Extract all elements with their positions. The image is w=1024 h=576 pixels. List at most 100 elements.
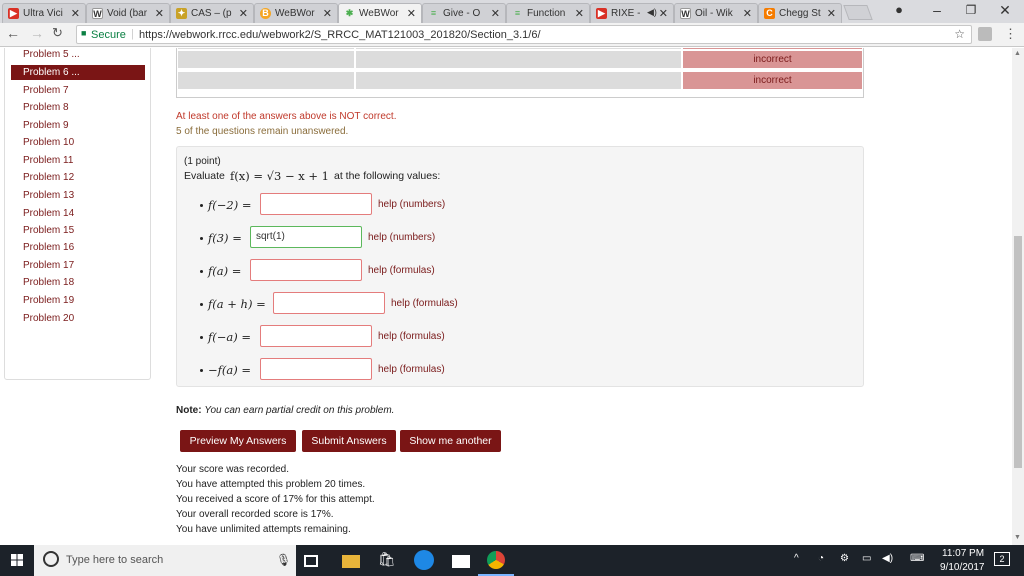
notification-center-icon[interactable]: 2	[994, 552, 1010, 566]
page-scrollbar[interactable]: ▲ ▼	[1012, 48, 1024, 545]
sidebar-item-problem-13[interactable]: Problem 13	[11, 188, 145, 203]
submit-answers-button[interactable]: Submit Answers	[302, 430, 396, 452]
browser-tab[interactable]: ✦ CAS – (p ✕	[170, 3, 254, 23]
restore-button[interactable]: ❐	[956, 3, 986, 17]
close-tab-icon[interactable]: ✕	[743, 7, 752, 20]
answer-input-4[interactable]	[273, 292, 385, 314]
sidebar-item-problem-9[interactable]: Problem 9	[11, 118, 145, 133]
sidebar-item-problem-15[interactable]: Problem 15	[11, 223, 145, 238]
preview-answers-button[interactable]: Preview My Answers	[180, 430, 296, 452]
battery-icon[interactable]: ▭	[862, 553, 871, 564]
scroll-down-icon[interactable]: ▼	[1014, 534, 1021, 541]
sidebar-item-problem-12[interactable]: Problem 12	[11, 170, 145, 185]
sidebar-item-problem-14[interactable]: Problem 14	[11, 206, 145, 221]
score-line: You have unlimited attempts remaining.	[176, 524, 351, 535]
close-tab-icon[interactable]: ✕	[491, 7, 500, 20]
sidebar-item-problem-7[interactable]: Problem 7	[11, 83, 145, 98]
back-icon[interactable]: ←	[6, 25, 20, 41]
minimize-button[interactable]: –	[922, 2, 952, 18]
profile-icon[interactable]: ●	[884, 2, 914, 17]
answer-input-2[interactable]: sqrt(1)	[250, 226, 362, 248]
help-link[interactable]: help (formulas)	[378, 364, 445, 375]
extension-icon[interactable]	[978, 27, 992, 41]
menu-icon[interactable]: ⋮	[1004, 26, 1017, 42]
browser-tab[interactable]: ≡ Give - O ✕	[422, 3, 506, 23]
taskbar-search[interactable]: Type here to search 🎙	[34, 545, 296, 576]
settings-icon[interactable]: ⚙	[840, 553, 849, 564]
address-bar[interactable]: ■ Secure | https://webwork.rrcc.edu/webw…	[76, 25, 972, 44]
show-another-button[interactable]: Show me another	[400, 430, 501, 452]
sidebar-item-problem-16[interactable]: Problem 16	[11, 240, 145, 255]
sidebar-item-problem-10[interactable]: Problem 10	[11, 135, 145, 150]
problem-sidebar: Problem 5 ... Problem 6 ... Problem 7 Pr…	[4, 48, 151, 380]
edge-icon[interactable]	[414, 550, 434, 570]
browser-tab[interactable]: ▶ Ultra Vici ✕	[2, 3, 86, 23]
sidebar-item-problem-17[interactable]: Problem 17	[11, 258, 145, 273]
browser-tab[interactable]: W Oil - Wik ✕	[674, 3, 758, 23]
close-tab-icon[interactable]: ✕	[239, 7, 248, 20]
youtube-icon: ▶	[596, 8, 607, 19]
clock-time[interactable]: 11:07 PM	[942, 548, 984, 559]
answer-input-5[interactable]	[260, 325, 372, 347]
help-link[interactable]: help (numbers)	[368, 232, 435, 243]
tab-title: WeBWor	[359, 8, 399, 19]
clock-date[interactable]: 9/10/2017	[940, 562, 985, 573]
tab-title: Function	[527, 8, 566, 19]
close-tab-icon[interactable]: ✕	[407, 7, 416, 20]
reload-icon[interactable]: ↻	[52, 25, 63, 41]
browser-tab[interactable]: ≡ Function ✕	[506, 3, 590, 23]
youtube-icon: ▶	[8, 8, 19, 19]
scroll-up-icon[interactable]: ▲	[1014, 50, 1021, 57]
help-link[interactable]: help (numbers)	[378, 199, 445, 210]
prompt-suffix: at the following values:	[334, 170, 441, 182]
sidebar-item-problem-18[interactable]: Problem 18	[11, 275, 145, 290]
close-window-button[interactable]: ✕	[990, 2, 1020, 19]
close-tab-icon[interactable]: ✕	[71, 7, 80, 20]
help-link[interactable]: help (formulas)	[378, 331, 445, 342]
keyboard-icon[interactable]: ⌨	[910, 553, 924, 564]
file-explorer-icon[interactable]	[342, 555, 360, 568]
sidebar-item-problem-8[interactable]: Problem 8	[11, 100, 145, 115]
close-tab-icon[interactable]: ✕	[575, 7, 584, 20]
task-view-icon[interactable]	[304, 555, 318, 567]
forward-icon[interactable]: →	[30, 25, 44, 41]
chevron-up-icon[interactable]: ^	[794, 553, 799, 564]
browser-tab[interactable]: ▶ RIXE - ◀) ✕	[590, 3, 674, 23]
sidebar-item-problem-11[interactable]: Problem 11	[11, 153, 145, 168]
table-cell	[177, 71, 355, 90]
new-tab-button[interactable]	[843, 5, 873, 20]
table-cell	[355, 50, 682, 69]
answer-input-1[interactable]	[260, 193, 372, 215]
mail-icon[interactable]	[452, 555, 470, 568]
results-table: incorrect incorrect	[176, 48, 864, 98]
windows-start-icon[interactable]	[11, 554, 23, 566]
wifi-icon[interactable]: ◔	[818, 553, 824, 564]
help-link[interactable]: help (formulas)	[368, 265, 435, 276]
chrome-icon[interactable]	[487, 551, 505, 569]
answer-input-3[interactable]	[250, 259, 362, 281]
volume-icon[interactable]: ◀)	[882, 553, 893, 564]
browser-tab[interactable]: W Void (bar ✕	[86, 3, 170, 23]
close-tab-icon[interactable]: ✕	[659, 7, 668, 20]
close-tab-icon[interactable]: ✕	[155, 7, 164, 20]
browser-tab[interactable]: C Chegg St ✕	[758, 3, 842, 23]
scrollbar-thumb[interactable]	[1014, 236, 1022, 468]
bullet	[200, 270, 203, 273]
browser-tab-active[interactable]: ✱ WeBWor ✕	[338, 3, 422, 23]
sidebar-item-problem-6[interactable]: Problem 6 ...	[11, 65, 145, 80]
store-icon[interactable]: 🛍	[378, 551, 396, 568]
answer-label-5: f(−a) =	[208, 330, 252, 344]
answer-label-2: f(3) =	[208, 231, 242, 245]
sidebar-item-problem-20[interactable]: Problem 20	[11, 311, 145, 326]
help-link[interactable]: help (formulas)	[391, 298, 458, 309]
browser-tab[interactable]: B WeBWor ✕	[254, 3, 338, 23]
answer-input-6[interactable]	[260, 358, 372, 380]
microphone-icon[interactable]: 🎙	[276, 553, 291, 567]
close-tab-icon[interactable]: ✕	[827, 7, 836, 20]
bookmark-star-icon[interactable]: ☆	[954, 27, 965, 41]
close-tab-icon[interactable]: ✕	[323, 7, 332, 20]
sidebar-item-problem-5[interactable]: Problem 5 ...	[11, 48, 145, 62]
doc-icon: ≡	[430, 8, 437, 18]
url-text: https://webwork.rrcc.edu/webwork2/S_RRCC…	[139, 29, 541, 41]
sidebar-item-problem-19[interactable]: Problem 19	[11, 293, 145, 308]
